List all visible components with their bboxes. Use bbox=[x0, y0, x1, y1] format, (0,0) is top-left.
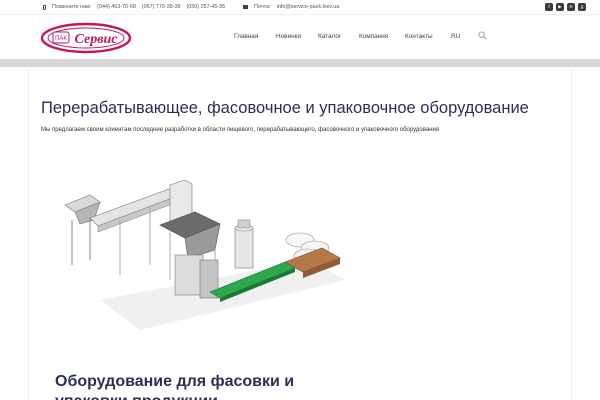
section-title: Оборудование для фасовки и упаковки прод… bbox=[55, 373, 295, 400]
mail-icon bbox=[243, 5, 249, 9]
logo-big-text: Сервис bbox=[75, 32, 119, 47]
nav-language[interactable]: RU bbox=[451, 33, 460, 40]
logo-small-text: ПАК bbox=[55, 36, 67, 42]
call-us-label: Позвоните нам: bbox=[52, 4, 92, 10]
search-icon[interactable] bbox=[478, 31, 487, 40]
nav-new[interactable]: Новинки bbox=[276, 33, 301, 40]
phone-icon bbox=[43, 4, 46, 10]
nav-company[interactable]: Компания bbox=[359, 33, 388, 40]
contact-info: Позвоните нам: (044) 463-70-68 (067) 776… bbox=[43, 4, 345, 10]
page-title: Перерабатывающее, фасовочное и упаковочн… bbox=[41, 99, 529, 117]
top-bar: Позвоните нам: (044) 463-70-68 (067) 776… bbox=[0, 0, 600, 14]
mail-label: Почта: bbox=[254, 4, 271, 10]
social-links: f ▶ ≋ g bbox=[545, 3, 586, 11]
equipment-illustration bbox=[64, 180, 345, 330]
header-divider-band bbox=[0, 59, 600, 67]
nav-contacts[interactable]: Контакты bbox=[405, 33, 433, 40]
phone-2[interactable]: (067) 776-38-39 bbox=[142, 4, 181, 10]
site-header: ПАК Сервис Главная Новинки Каталог Компа… bbox=[0, 14, 600, 59]
phone-3[interactable]: (050) 257-45-35 bbox=[187, 4, 226, 10]
phone-1[interactable]: (044) 463-70-68 bbox=[97, 4, 136, 10]
intro-text: Мы предлагаем своим клиентам последние р… bbox=[41, 127, 440, 133]
facebook-icon[interactable]: f bbox=[545, 3, 553, 11]
google-plus-icon[interactable]: g bbox=[578, 3, 586, 11]
nav-catalog[interactable]: Каталог bbox=[318, 33, 341, 40]
nav-home[interactable]: Главная bbox=[234, 33, 258, 40]
rss-icon[interactable]: ≋ bbox=[567, 3, 575, 11]
youtube-icon[interactable]: ▶ bbox=[556, 3, 564, 11]
email-link[interactable]: info@service-pack.kiev.ua bbox=[277, 4, 340, 10]
site-logo[interactable]: ПАК Сервис bbox=[40, 21, 132, 55]
